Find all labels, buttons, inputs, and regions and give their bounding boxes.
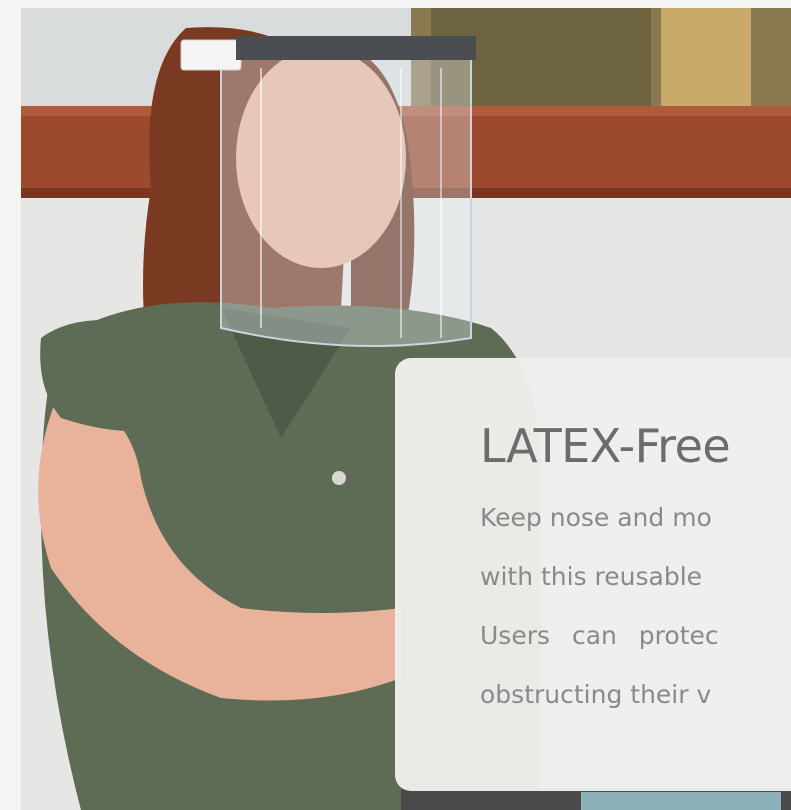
product-info-card: LATEX-Free Keep nose and mo with this re…	[395, 358, 791, 791]
card-description-line: with this reusable	[480, 562, 703, 591]
card-title: LATEX-Free	[480, 419, 731, 473]
page: LATEX-Free Keep nose and mo with this re…	[0, 0, 791, 810]
card-description: Keep nose and mo with this reusable User…	[480, 488, 791, 724]
card-description-line: Users can protec	[480, 621, 719, 650]
card-description-line: Keep nose and mo	[480, 503, 712, 532]
card-description-line: obstructing their v	[480, 680, 712, 709]
